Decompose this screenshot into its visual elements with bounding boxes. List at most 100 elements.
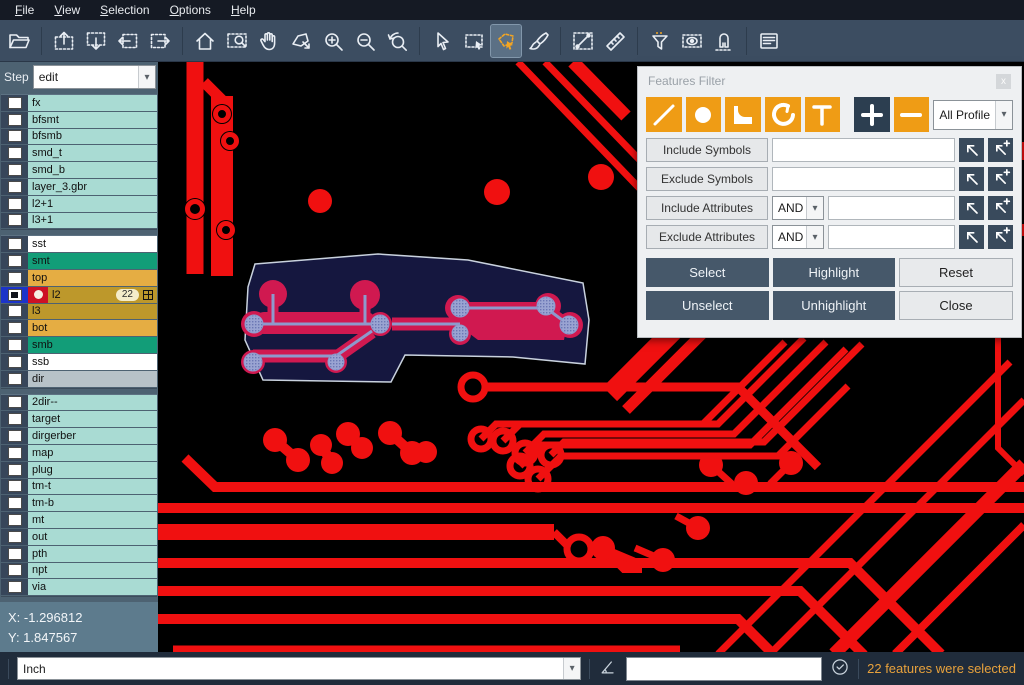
- exclude-symbols-button[interactable]: Exclude Symbols: [646, 167, 768, 191]
- include-symbols-input[interactable]: [772, 138, 955, 162]
- layer-name[interactable]: mt: [28, 512, 157, 528]
- layer-visibility-checkbox[interactable]: [1, 129, 28, 145]
- layer-row[interactable]: bfsmt: [1, 112, 157, 128]
- units-combobox[interactable]: Inch ▾: [17, 657, 581, 680]
- layer-visibility-checkbox[interactable]: [1, 162, 28, 178]
- layer-visibility-checkbox[interactable]: [1, 196, 28, 212]
- layer-name[interactable]: dir: [28, 371, 157, 387]
- reset-button[interactable]: Reset: [899, 258, 1013, 287]
- layer-row[interactable]: dir: [1, 371, 157, 387]
- layer-row[interactable]: sst: [1, 236, 157, 252]
- layer-row[interactable]: tm-t: [1, 479, 157, 495]
- layer-name[interactable]: bfsmt: [28, 112, 157, 128]
- layer-name[interactable]: pth: [28, 546, 157, 562]
- pick-add-symbol-icon[interactable]: [988, 167, 1013, 191]
- layer-name[interactable]: dirgerber: [28, 428, 157, 444]
- layer-row[interactable]: out: [1, 529, 157, 545]
- layer-visibility-checkbox[interactable]: [1, 145, 28, 161]
- home-view-icon[interactable]: [190, 25, 220, 57]
- exclude-symbols-input[interactable]: [772, 167, 955, 191]
- features-filter-icon[interactable]: [645, 25, 675, 57]
- text-feature-button[interactable]: [805, 97, 841, 132]
- layer-name[interactable]: smd_t: [28, 145, 157, 161]
- layer-visibility-checkbox[interactable]: [1, 287, 28, 303]
- layer-visibility-checkbox[interactable]: [1, 253, 28, 269]
- layer-row[interactable]: bfsmb: [1, 129, 157, 145]
- layer-name[interactable]: top: [28, 270, 157, 286]
- layer-name[interactable]: tm-t: [28, 479, 157, 495]
- load-up-icon[interactable]: [49, 25, 79, 57]
- layer-visibility-checkbox[interactable]: [1, 411, 28, 427]
- layer-name[interactable]: smd_b: [28, 162, 157, 178]
- line-feature-button[interactable]: [646, 97, 682, 132]
- zoom-previous-icon[interactable]: [382, 25, 412, 57]
- layer-row[interactable]: mt: [1, 512, 157, 528]
- profile-combobox[interactable]: All Profile ▾: [933, 100, 1013, 130]
- layer-row[interactable]: top: [1, 270, 157, 286]
- layer-name[interactable]: l2+1: [28, 196, 157, 212]
- pick-symbol-icon[interactable]: [959, 138, 984, 162]
- layer-name[interactable]: via: [28, 579, 157, 595]
- polygon-select-icon[interactable]: [491, 25, 521, 57]
- menu-selection[interactable]: Selection: [91, 1, 158, 19]
- exclude-attributes-button[interactable]: Exclude Attributes: [646, 225, 768, 249]
- layer-name[interactable]: l222: [48, 287, 157, 303]
- unhighlight-button[interactable]: Unhighlight: [773, 291, 896, 320]
- layer-visibility-checkbox[interactable]: [1, 236, 28, 252]
- layer-row[interactable]: l222: [1, 287, 157, 303]
- menu-options[interactable]: Options: [161, 1, 220, 19]
- step-combobox[interactable]: edit ▾: [33, 65, 156, 89]
- view-options-icon[interactable]: [677, 25, 707, 57]
- pick-add-attribute-icon[interactable]: [988, 225, 1013, 249]
- include-attributes-operator[interactable]: AND ▾: [772, 196, 824, 220]
- unselect-button[interactable]: Unselect: [646, 291, 769, 320]
- zoom-area-icon[interactable]: [222, 25, 252, 57]
- layer-row[interactable]: layer_3.gbr: [1, 179, 157, 195]
- layer-name[interactable]: l3: [28, 304, 157, 320]
- clear-brush-icon[interactable]: [523, 25, 553, 57]
- zoom-in-icon[interactable]: [318, 25, 348, 57]
- load-down-icon[interactable]: [81, 25, 111, 57]
- layer-visibility-checkbox[interactable]: [1, 395, 28, 411]
- layer-row[interactable]: map: [1, 445, 157, 461]
- layer-visibility-checkbox[interactable]: [1, 445, 28, 461]
- layer-visibility-checkbox[interactable]: [1, 112, 28, 128]
- layer-name[interactable]: bfsmb: [28, 129, 157, 145]
- load-left-icon[interactable]: [113, 25, 143, 57]
- layer-name[interactable]: ssb: [28, 354, 157, 370]
- pick-add-symbol-icon[interactable]: [988, 138, 1013, 162]
- layer-visibility-checkbox[interactable]: [1, 563, 28, 579]
- layer-name[interactable]: smt: [28, 253, 157, 269]
- layer-visibility-checkbox[interactable]: [1, 337, 28, 353]
- layer-row[interactable]: plug: [1, 462, 157, 478]
- layers-panel-icon[interactable]: [754, 25, 784, 57]
- layer-row[interactable]: target: [1, 411, 157, 427]
- layer-visibility-checkbox[interactable]: [1, 428, 28, 444]
- pick-symbol-icon[interactable]: [959, 167, 984, 191]
- pick-attribute-icon[interactable]: [959, 196, 984, 220]
- layer-name[interactable]: l3+1: [28, 213, 157, 229]
- dialog-titlebar[interactable]: Features Filter x: [638, 67, 1021, 95]
- menu-file[interactable]: File: [6, 1, 43, 19]
- open-file-icon[interactable]: [4, 25, 34, 57]
- pick-attribute-icon[interactable]: [959, 225, 984, 249]
- layer-row[interactable]: dirgerber: [1, 428, 157, 444]
- layer-name[interactable]: tm-b: [28, 495, 157, 511]
- add-filter-button[interactable]: [854, 97, 890, 132]
- snap-magnet-icon[interactable]: [709, 25, 739, 57]
- menu-view[interactable]: View: [45, 1, 89, 19]
- layer-row[interactable]: 2dir--: [1, 395, 157, 411]
- layer-row[interactable]: bot: [1, 320, 157, 336]
- layer-name[interactable]: out: [28, 529, 157, 545]
- layer-name[interactable]: target: [28, 411, 157, 427]
- layer-row[interactable]: npt: [1, 563, 157, 579]
- select-arrow-icon[interactable]: [427, 25, 457, 57]
- layer-name[interactable]: map: [28, 445, 157, 461]
- rect-select-icon[interactable]: [459, 25, 489, 57]
- exclude-attributes-operator[interactable]: AND ▾: [772, 225, 824, 249]
- layer-row[interactable]: l3: [1, 304, 157, 320]
- layer-name[interactable]: sst: [28, 236, 157, 252]
- layer-row[interactable]: l3+1: [1, 213, 157, 229]
- include-symbols-button[interactable]: Include Symbols: [646, 138, 768, 162]
- highlight-button[interactable]: Highlight: [773, 258, 896, 287]
